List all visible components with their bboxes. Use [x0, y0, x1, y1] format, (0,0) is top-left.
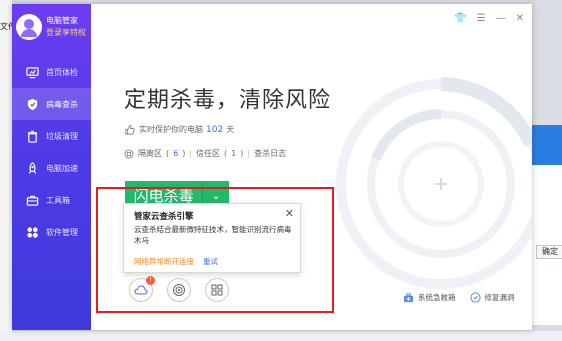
- pc-manager-window: 电脑管家 登录享特权 首页体检 病毒查杀 垃圾清理 电脑加速 工具箱 软件管理 …: [12, 4, 532, 330]
- desktop-taskbar: [0, 331, 562, 341]
- close-icon[interactable]: ✕: [285, 207, 294, 220]
- trash-icon: [27, 130, 38, 143]
- login-link[interactable]: 登录享特权: [46, 27, 86, 39]
- network-warning: 网络异常断开连接: [134, 257, 194, 266]
- background-ok-button[interactable]: 确定: [536, 245, 562, 259]
- rocket-icon: [28, 161, 37, 174]
- apps-icon: [27, 226, 39, 238]
- cloud-engine-icon: [134, 285, 148, 295]
- protection-unit: 天: [226, 125, 235, 134]
- retry-link[interactable]: 重试: [203, 256, 218, 267]
- protection-days: 102: [206, 124, 224, 135]
- title-bar-controls: 👕 ☰ — ✕: [454, 13, 524, 24]
- emergency-box-link[interactable]: 系统急救箱: [403, 292, 456, 303]
- warning-badge: !: [146, 276, 155, 285]
- repair-icon: [469, 292, 481, 303]
- sidebar-item-label: 病毒查杀: [46, 99, 78, 109]
- thumb-up-icon: [125, 124, 135, 135]
- sidebar-item-label: 软件管理: [46, 227, 78, 237]
- toolbox-icon: [26, 195, 39, 206]
- popup-description: 云查杀结合最新微特征技术，智能识别流行病毒木马: [134, 225, 292, 245]
- desktop-left-strip: [0, 0, 12, 341]
- sidebar-item-junk-clean[interactable]: 垃圾清理: [12, 120, 91, 152]
- first-aid-kit-icon: [403, 292, 414, 302]
- trusted-count: 1: [231, 149, 237, 158]
- quarantine-count: 6: [173, 149, 179, 158]
- avatar[interactable]: [16, 14, 42, 40]
- sidebar-nav: 首页体检 病毒查杀 垃圾清理 电脑加速 工具箱 软件管理: [12, 56, 91, 248]
- radar-decoration: [336, 77, 532, 289]
- menu-icon[interactable]: ☰: [477, 13, 486, 24]
- protection-text: 实时保护你的电脑: [139, 125, 203, 134]
- background-dialog: 确定: [531, 125, 562, 325]
- shield-icon: [27, 98, 38, 110]
- sidebar-item-label: 电脑加速: [46, 163, 78, 173]
- emergency-box-label: 系统急救箱: [418, 293, 456, 302]
- sidebar-item-label: 垃圾清理: [46, 131, 78, 141]
- monitor-icon: [26, 66, 39, 78]
- minimize-icon[interactable]: —: [496, 13, 506, 24]
- profile-name: 电脑管家: [46, 16, 78, 25]
- scan-log-link[interactable]: 查杀日志: [254, 148, 286, 159]
- sidebar-item-virus-scan[interactable]: 病毒查杀: [12, 88, 91, 120]
- trusted-link[interactable]: 信任区: [196, 148, 220, 159]
- repair-vulnerability-link[interactable]: 修复漏洞: [469, 292, 515, 303]
- skin-icon[interactable]: 👕: [454, 13, 466, 24]
- grid-engine-icon: [211, 284, 223, 296]
- user-profile[interactable]: 电脑管家 登录享特权: [16, 14, 86, 40]
- quarantine-info: 隔离区 (6) | 信任区 (1) | 查杀日志: [124, 148, 286, 159]
- main-panel: 👕 ☰ — ✕ 定期杀毒，清除风险 实时保护你的电脑 102 天 隔离区 (6)…: [91, 4, 532, 330]
- engine-list: !: [129, 276, 229, 302]
- sidebar-item-home-checkup[interactable]: 首页体检: [12, 56, 91, 88]
- quarantine-link[interactable]: 隔离区: [138, 148, 162, 159]
- grid-engine-button[interactable]: [205, 278, 229, 302]
- cloud-engine-button[interactable]: !: [129, 276, 155, 302]
- sidebar-item-label: 工具箱: [46, 195, 70, 205]
- target-engine-button[interactable]: [167, 278, 191, 302]
- sidebar-item-toolbox[interactable]: 工具箱: [12, 184, 91, 216]
- repair-label: 修复漏洞: [484, 293, 515, 302]
- close-icon[interactable]: ✕: [516, 13, 524, 24]
- quarantine-icon: [124, 149, 134, 158]
- protection-status: 实时保护你的电脑 102 天: [124, 124, 234, 135]
- popup-title: 管家云查杀引擎: [134, 212, 194, 222]
- cloud-engine-popup: 管家云查杀引擎 ✕ 云查杀结合最新微特征技术，智能识别流行病毒木马 网络异常断开…: [123, 203, 301, 273]
- target-engine-icon: [173, 284, 185, 296]
- sidebar-item-software[interactable]: 软件管理: [12, 216, 91, 248]
- page-title: 定期杀毒，清除风险: [124, 88, 332, 113]
- background-dialog-header: [532, 125, 562, 165]
- bottom-tools: 系统急救箱 修复漏洞: [403, 292, 515, 303]
- sidebar-item-speedup[interactable]: 电脑加速: [12, 152, 91, 184]
- sidebar-item-label: 首页体检: [46, 67, 78, 77]
- sidebar: 电脑管家 登录享特权 首页体检 病毒查杀 垃圾清理 电脑加速 工具箱 软件管理: [12, 4, 91, 330]
